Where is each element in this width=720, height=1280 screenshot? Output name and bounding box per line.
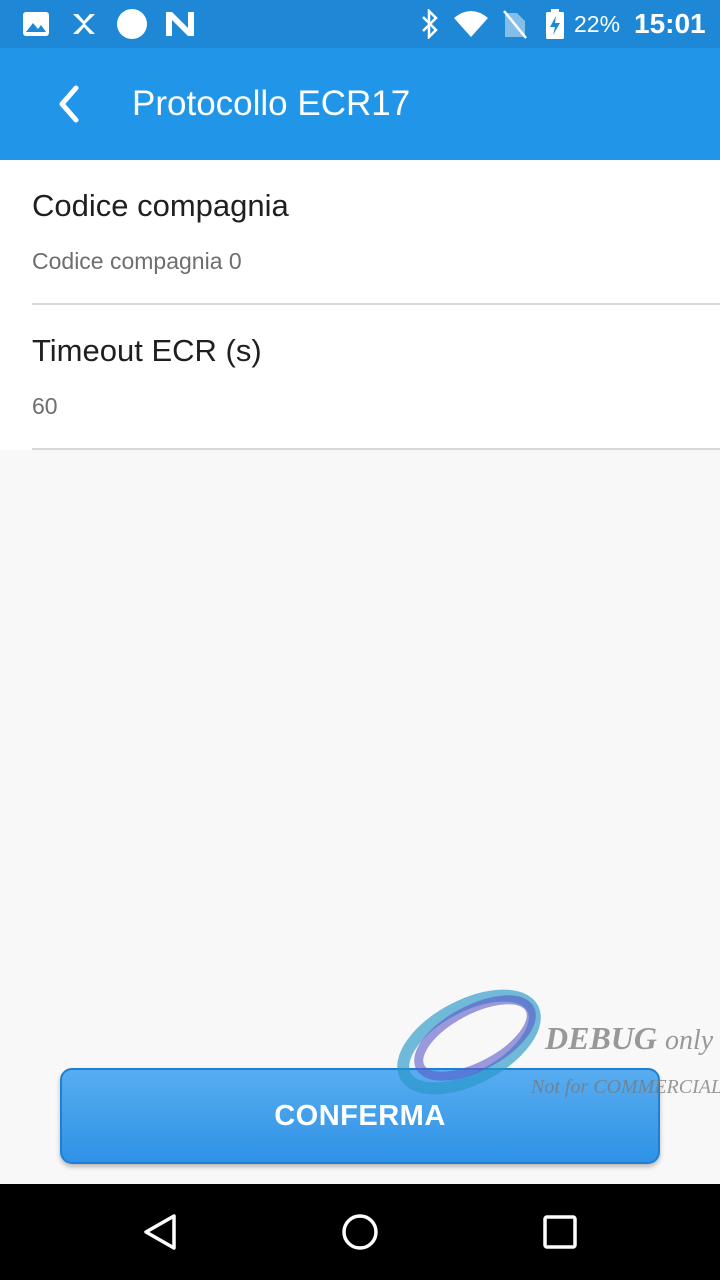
preference-codice-compagnia[interactable]: Codice compagnia Codice compagnia 0 — [0, 160, 720, 305]
preference-summary: 60 — [32, 393, 58, 419]
nav-back-button[interactable] — [112, 1184, 208, 1280]
app-bar: Protocollo ECR17 — [0, 48, 720, 160]
back-button[interactable] — [40, 72, 96, 136]
x-app-icon — [68, 0, 100, 48]
preference-title: Codice compagnia — [32, 188, 289, 223]
image-icon — [20, 0, 52, 48]
nav-home-button[interactable] — [312, 1184, 408, 1280]
bluetooth-icon — [416, 0, 444, 48]
preference-timeout-ecr[interactable]: Timeout ECR (s) 60 — [0, 305, 720, 450]
chevron-left-icon — [59, 85, 79, 123]
divider — [32, 448, 720, 450]
page-title: Protocollo ECR17 — [132, 84, 411, 123]
home-circle-icon — [342, 1214, 378, 1250]
battery-percent: 22% — [574, 11, 621, 37]
no-sim-icon — [500, 0, 530, 48]
recents-square-icon — [543, 1215, 577, 1249]
status-bar: 22% 15:01 — [0, 0, 720, 48]
circle-icon — [116, 0, 148, 48]
preference-summary: Codice compagnia 0 — [32, 248, 242, 274]
preference-list: Codice compagnia Codice compagnia 0 Time… — [0, 160, 720, 450]
battery-charging-icon — [542, 0, 568, 48]
confirm-button[interactable]: CONFERMA — [60, 1068, 660, 1164]
n-app-icon — [164, 0, 196, 48]
wifi-icon — [452, 0, 490, 48]
preference-title: Timeout ECR (s) — [32, 333, 262, 368]
clock: 15:01 — [634, 8, 706, 39]
watermark-debug-text: DEBUG only — [545, 1020, 714, 1056]
nav-recents-button[interactable] — [512, 1184, 608, 1280]
navigation-bar — [0, 1184, 720, 1280]
back-triangle-icon — [144, 1214, 176, 1250]
